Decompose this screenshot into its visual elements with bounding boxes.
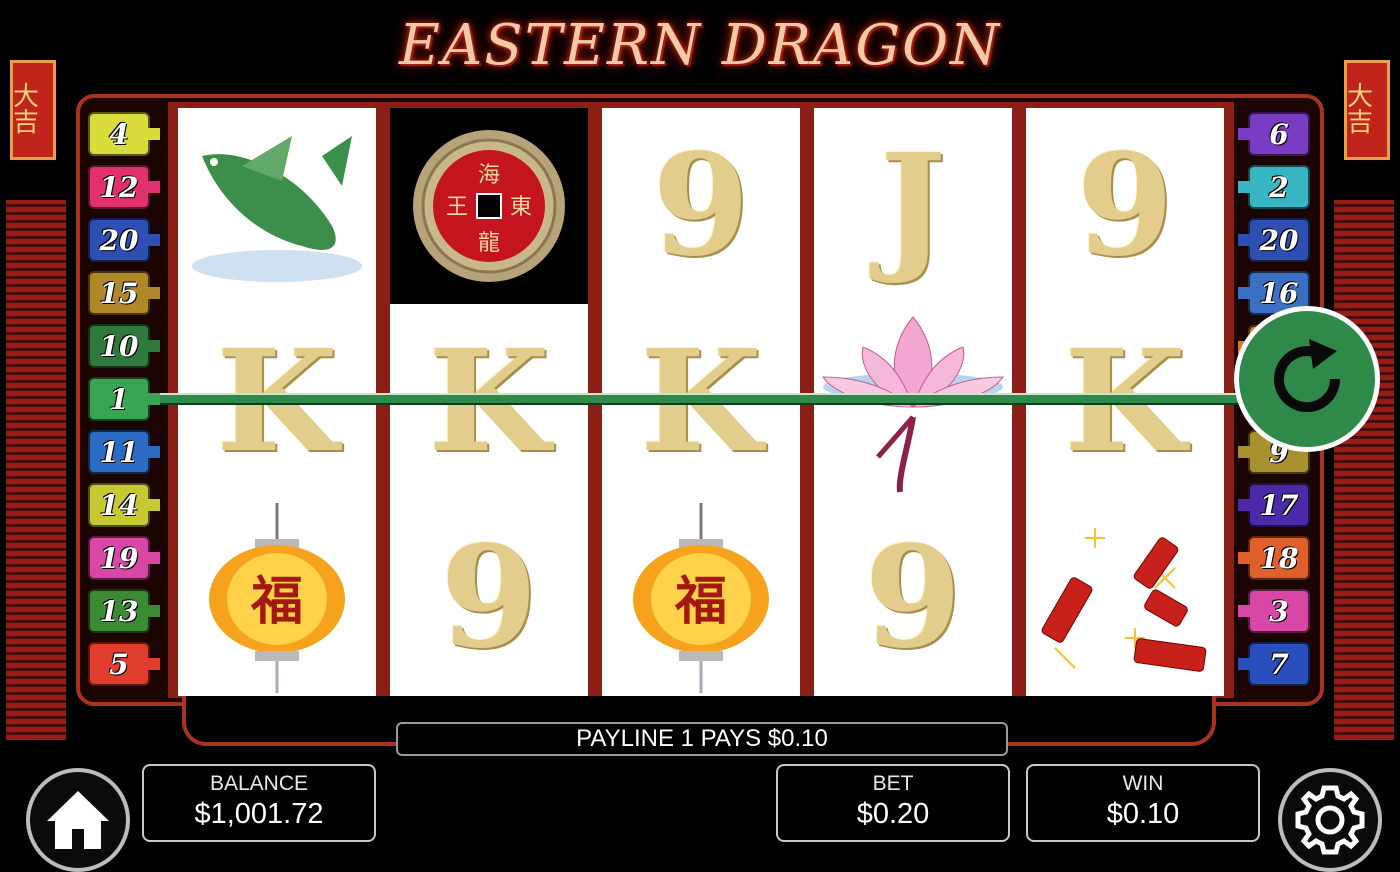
payline-right-3[interactable]: 3 [1238, 589, 1310, 633]
winning-payline [150, 393, 1240, 405]
balance-panel: BALANCE $1,001.72 [142, 764, 376, 842]
symbol-9: 9 [864, 516, 962, 680]
svg-text:福: 福 [250, 571, 303, 632]
payline-right-6[interactable]: 6 [1238, 112, 1310, 156]
bet-value: $0.20 [856, 798, 930, 830]
payline-left-1[interactable]: 1 [88, 377, 160, 421]
payline-left-11[interactable]: 11 [88, 430, 160, 474]
symbol-lantern: 福 [602, 500, 800, 696]
symbol-j: J [879, 124, 947, 288]
settings-button[interactable] [1278, 768, 1382, 872]
symbol-firecrackers [1026, 500, 1224, 696]
lucky-banner-left: 大吉 [10, 60, 56, 160]
svg-text:王: 王 [446, 195, 468, 220]
payline-left-13[interactable]: 13 [88, 589, 160, 633]
symbol-9: 9 [440, 516, 538, 680]
payline-left-5[interactable]: 5 [88, 642, 160, 686]
home-button[interactable] [26, 768, 130, 872]
win-panel: WIN $0.10 [1026, 764, 1260, 842]
payline-right-17[interactable]: 17 [1238, 483, 1310, 527]
payline-right-20[interactable]: 20 [1238, 218, 1310, 262]
symbol-fish [178, 108, 376, 304]
svg-text:海: 海 [478, 163, 500, 188]
bet-label: BET [872, 772, 914, 795]
symbol-coin: 海 東 龍 王 [390, 108, 588, 304]
firecracker-string-right [1334, 200, 1394, 740]
payline-left-19[interactable]: 19 [88, 536, 160, 580]
payline-left-15[interactable]: 15 [88, 271, 160, 315]
game-title: EASTERN DRAGON [398, 12, 1002, 78]
balance-label: BALANCE [209, 772, 309, 795]
win-value: $0.10 [1106, 798, 1180, 830]
balance-value: $1,001.72 [194, 798, 324, 830]
payline-right-7[interactable]: 7 [1238, 642, 1310, 686]
payline-left-14[interactable]: 14 [88, 483, 160, 527]
symbol-9: 9 [1076, 124, 1174, 288]
lucky-banner-right: 大吉 [1344, 60, 1390, 160]
payline-right-18[interactable]: 18 [1238, 536, 1310, 580]
coin-icon: 海 東 龍 王 [413, 130, 565, 282]
svg-text:福: 福 [674, 571, 727, 632]
payline-right-2[interactable]: 2 [1238, 165, 1310, 209]
left-decoration: 大吉 [0, 20, 80, 740]
gear-icon [1295, 785, 1365, 855]
home-icon [47, 791, 109, 849]
spin-button[interactable] [1234, 306, 1380, 452]
koi-fish-icon [192, 136, 362, 282]
symbol-9: 9 [652, 124, 750, 288]
payline-left-12[interactable]: 12 [88, 165, 160, 209]
payline-left-20[interactable]: 20 [88, 218, 160, 262]
status-message: PAYLINE 1 PAYS $0.10 [396, 722, 1008, 756]
svg-text:龍: 龍 [478, 231, 500, 256]
refresh-icon [1274, 339, 1341, 413]
payline-left-10[interactable]: 10 [88, 324, 160, 368]
firecracker-icon [1041, 528, 1207, 672]
win-label: WIN [1122, 772, 1164, 795]
symbol-lantern: 福 [178, 500, 376, 696]
lantern-icon: 福 [209, 503, 345, 693]
payline-left-4[interactable]: 4 [88, 112, 160, 156]
svg-text:東: 東 [510, 195, 532, 220]
lantern-icon: 福 [633, 503, 769, 693]
firecracker-string-left [6, 200, 66, 740]
bet-panel[interactable]: BET $0.20 [776, 764, 1010, 842]
